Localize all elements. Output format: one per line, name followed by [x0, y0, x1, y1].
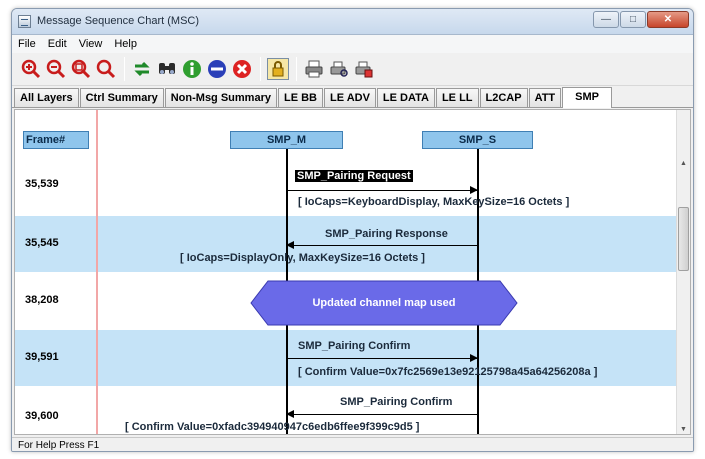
vertical-scrollbar[interactable]: ▲ ▼	[676, 110, 690, 434]
tab-l2cap[interactable]: L2CAP	[479, 88, 528, 107]
maximize-icon: □	[629, 14, 637, 25]
zoom-fit-red-icon[interactable]	[70, 58, 92, 80]
tab-all-layers[interactable]: All Layers	[14, 88, 79, 107]
tab-le-data[interactable]: LE DATA	[376, 88, 435, 107]
menu-edit[interactable]: Edit	[48, 38, 67, 50]
toolbar	[12, 53, 693, 86]
tab-non-msg-summary[interactable]: Non-Msg Summary	[164, 88, 277, 107]
message-detail: [ IoCaps=KeyboardDisplay, MaxKeySize=16 …	[298, 196, 570, 208]
minimize-button[interactable]: —	[593, 11, 619, 28]
tab-le-ll[interactable]: LE LL	[435, 88, 479, 107]
message-detail: [ IoCaps=DisplayOnly, MaxKeySize=16 Octe…	[180, 252, 425, 264]
msc-window: Message Sequence Chart (MSC) — □ ✕ File …	[11, 8, 694, 452]
print-preview-icon[interactable]	[328, 58, 350, 80]
app-icon	[18, 15, 31, 28]
message-arrow	[287, 354, 478, 362]
tab-le-bb[interactable]: LE BB	[277, 88, 323, 107]
lane-header-smp-m[interactable]: SMP_M	[230, 131, 343, 149]
message-label[interactable]: SMP_Pairing Confirm	[340, 396, 452, 408]
tab-le-adv[interactable]: LE ADV	[323, 88, 376, 107]
close-icon: ✕	[663, 14, 673, 25]
maximize-button[interactable]: □	[620, 11, 646, 28]
scrollbar-thumb[interactable]	[678, 207, 689, 271]
toolbar-separator	[260, 57, 261, 81]
event-marker[interactable]: Updated channel map used	[250, 280, 518, 326]
message-label[interactable]: SMP_Pairing Request	[295, 170, 413, 182]
scroll-down-icon[interactable]: ▼	[680, 426, 687, 433]
zoom-in-red-icon[interactable]	[20, 58, 42, 80]
stop-icon[interactable]	[206, 58, 228, 80]
tab-ctrl-summary[interactable]: Ctrl Summary	[79, 88, 164, 107]
layer-tabs: All Layers Ctrl Summary Non-Msg Summary …	[12, 87, 693, 108]
print-setup-icon[interactable]	[353, 58, 375, 80]
sequence-chart: 35,539 35,545 38,208 39,591 39,600 Frame…	[14, 109, 691, 435]
message-arrow	[286, 241, 477, 249]
event-label: Updated channel map used	[312, 297, 456, 309]
message-detail: [ Confirm Value=0xfadc394940947c6edb6ffe…	[125, 421, 420, 433]
tab-smp[interactable]: SMP	[562, 87, 612, 108]
message-arrow	[287, 186, 478, 194]
message-label[interactable]: SMP_Pairing Response	[325, 228, 448, 240]
close-button[interactable]: ✕	[647, 11, 689, 28]
message-arrow	[286, 410, 477, 418]
message-label[interactable]: SMP_Pairing Confirm	[298, 340, 410, 352]
scroll-up-icon[interactable]: ▲	[680, 160, 687, 167]
cancel-icon[interactable]	[231, 58, 253, 80]
title-bar: Message Sequence Chart (MSC) — □ ✕	[12, 9, 693, 35]
print-icon[interactable]	[303, 58, 325, 80]
info-icon[interactable]	[181, 58, 203, 80]
frame-column-divider	[96, 110, 98, 434]
window-title: Message Sequence Chart (MSC)	[37, 15, 200, 27]
toolbar-separator	[124, 57, 125, 81]
message-detail: [ Confirm Value=0x7fc2569e13e92125798a45…	[298, 366, 598, 378]
sync-icon[interactable]	[131, 58, 153, 80]
menu-view[interactable]: View	[79, 38, 103, 50]
minimize-icon: —	[601, 14, 611, 25]
frame-number: 35,545	[25, 237, 59, 249]
frame-number: 39,591	[25, 351, 59, 363]
zoom-out-red-icon[interactable]	[45, 58, 67, 80]
frame-number: 39,600	[25, 410, 59, 422]
window-controls: — □ ✕	[592, 11, 689, 28]
frame-number: 38,208	[25, 294, 59, 306]
find-icon[interactable]	[156, 58, 178, 80]
menu-bar: File Edit View Help	[12, 35, 693, 53]
lock-icon[interactable]	[267, 58, 289, 80]
status-bar: For Help Press F1	[12, 437, 693, 451]
tab-att[interactable]: ATT	[528, 88, 562, 107]
menu-help[interactable]: Help	[114, 38, 137, 50]
frame-number: 35,539	[25, 178, 59, 190]
zoom-reset-red-icon[interactable]	[95, 58, 117, 80]
frame-column-header[interactable]: Frame#	[23, 131, 89, 149]
lane-header-smp-s[interactable]: SMP_S	[422, 131, 533, 149]
menu-file[interactable]: File	[18, 38, 36, 50]
toolbar-separator	[296, 57, 297, 81]
